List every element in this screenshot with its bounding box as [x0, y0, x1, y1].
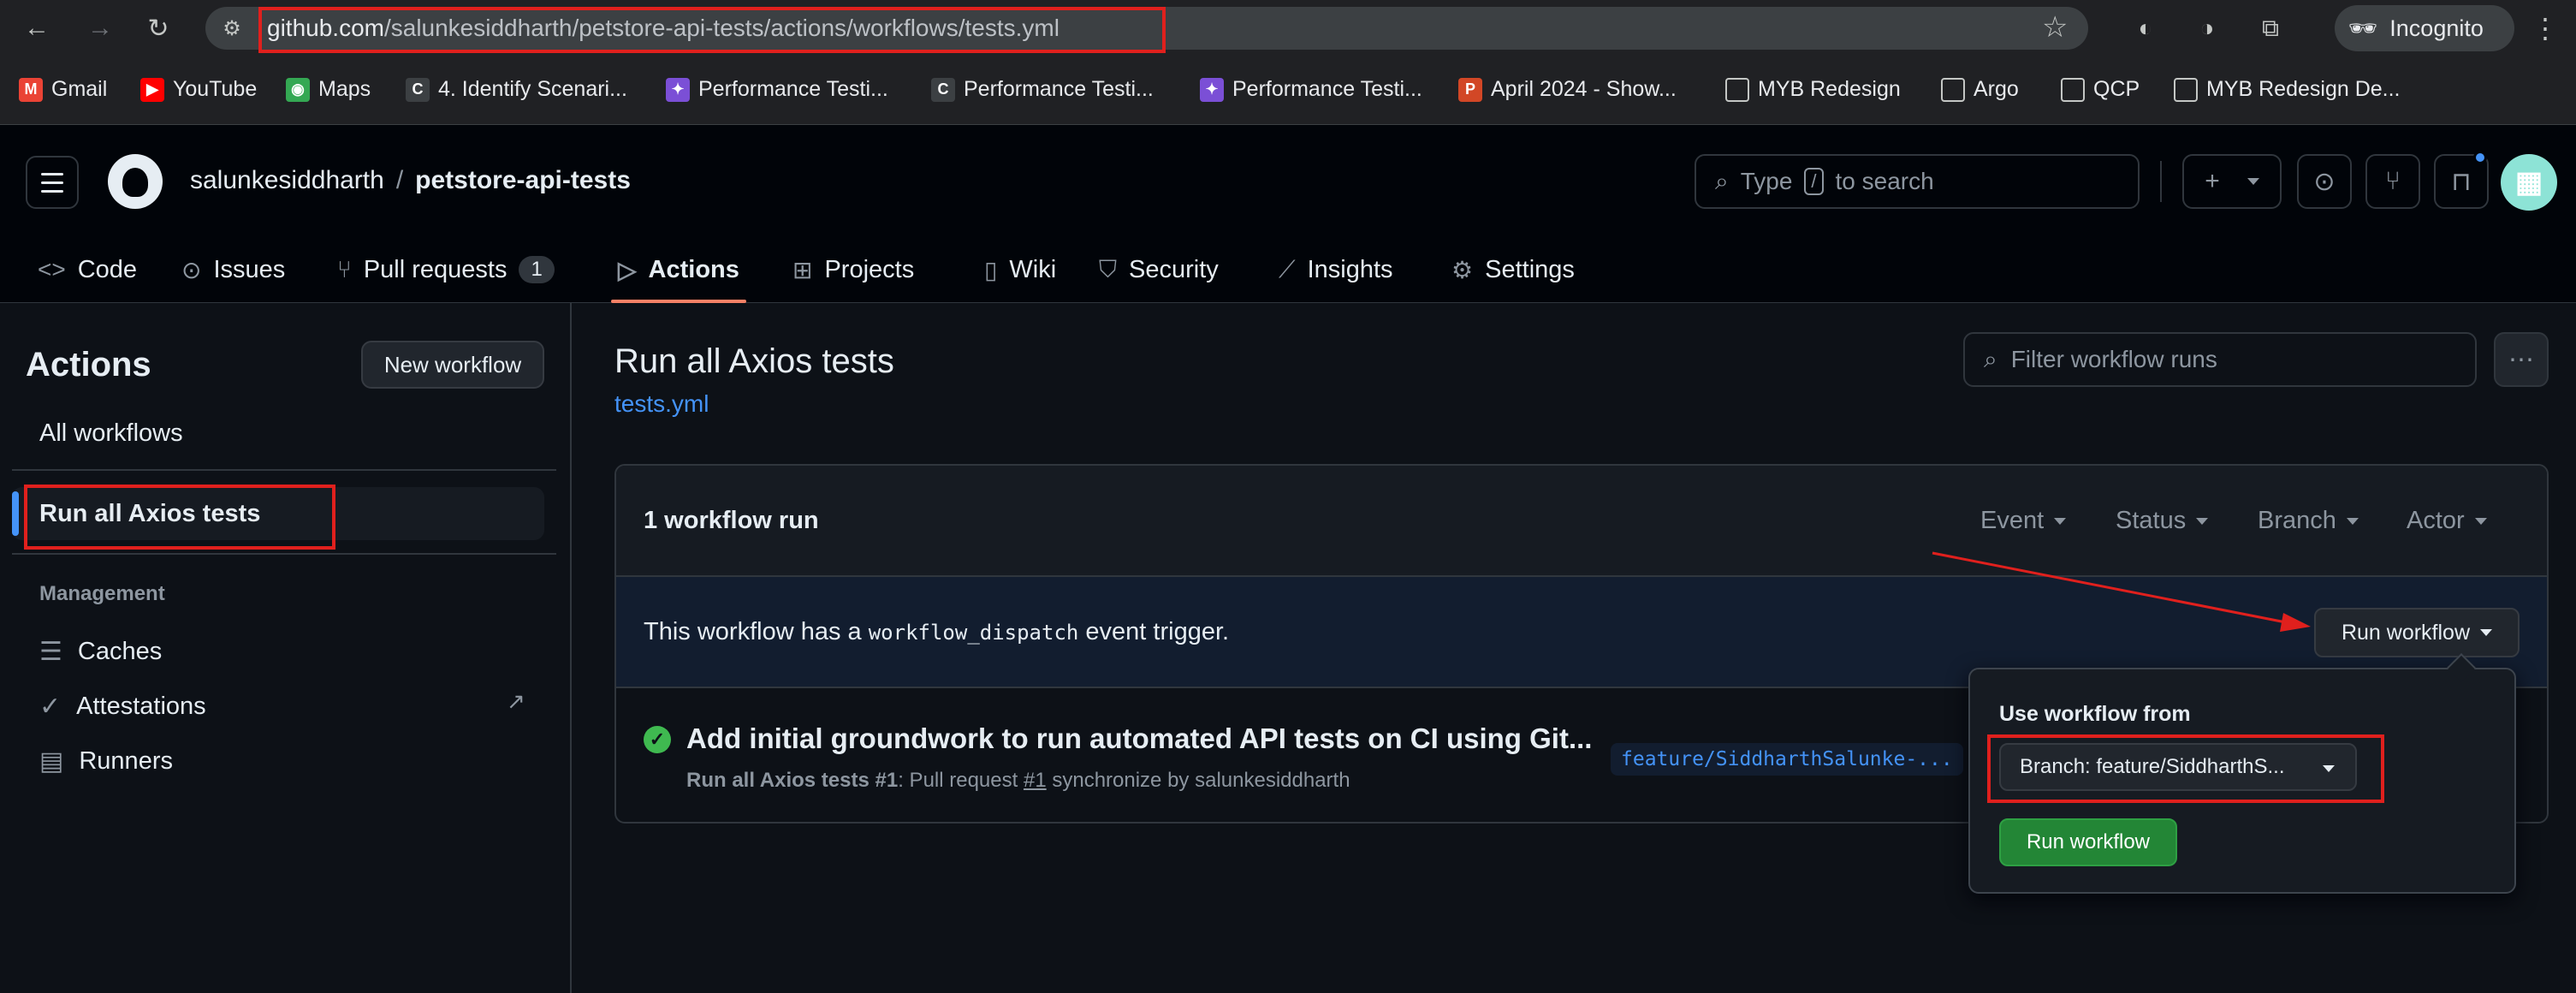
annotation-arrow — [1932, 551, 2311, 632]
